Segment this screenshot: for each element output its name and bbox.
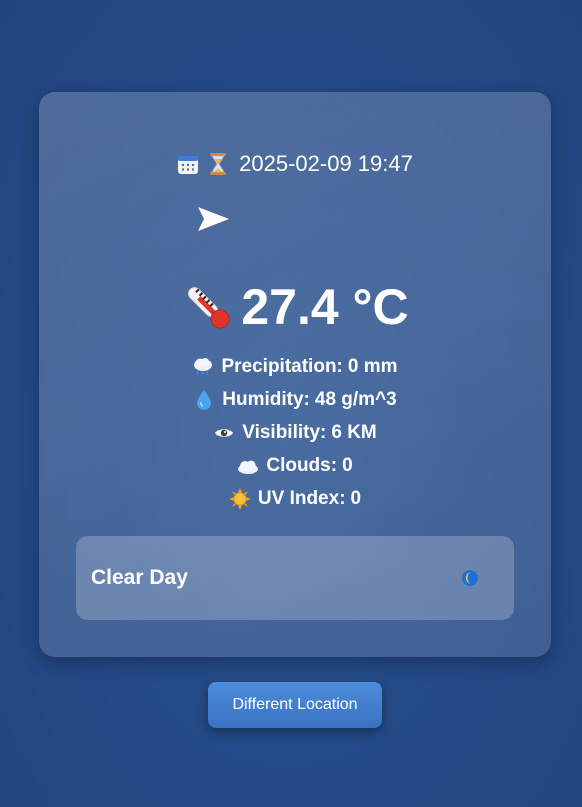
navigation-arrow-icon [198,207,229,231]
condition-name: Clear Day [91,566,188,589]
stat-value: 0 [350,487,362,509]
eye-icon [213,422,235,444]
stat-value: 0 [342,454,353,476]
stat-uv-index: UV Index: 0 [39,482,551,515]
weather-stats: Precipitation: 0 mm Humidity: 48 g/m^3 V… [39,350,551,515]
stat-value: 0 mm [347,355,398,377]
temperature-value: 27.4 °C [241,279,409,335]
calendar-icon [177,153,199,175]
different-location-button[interactable]: Different Location [208,682,382,728]
cloud-icon [237,455,259,477]
stat-label: UV Index: [257,487,346,509]
stat-label: Humidity: [222,388,310,410]
stat-label: Visibility: [242,421,327,443]
stat-label: Clouds: [266,454,338,476]
droplet-icon [193,389,215,411]
stat-precipitation: Precipitation: 0 mm [39,350,551,383]
stat-label: Precipitation: [221,355,343,377]
hourglass-icon [207,153,229,175]
stat-visibility: Visibility: 6 KM [39,416,551,449]
thermometer-icon [188,287,230,329]
rain-cloud-icon [192,356,214,378]
condition-panel: Clear Day [76,536,514,620]
crescent-moon-icon [462,570,478,586]
sun-icon [228,487,251,510]
datetime-text: 2025-02-09 19:47 [239,151,413,176]
weather-card: 2025-02-09 19:47 27.4 °C Precipitation: … [39,92,551,657]
stat-humidity: Humidity: 48 g/m^3 [39,383,551,416]
stat-value: 6 KM [331,421,377,443]
datetime-row: 2025-02-09 19:47 [39,150,551,178]
stat-value: 48 g/m^3 [314,388,397,410]
stat-clouds: Clouds: 0 [39,449,551,482]
temperature-row: 27.4 °C [39,277,551,337]
